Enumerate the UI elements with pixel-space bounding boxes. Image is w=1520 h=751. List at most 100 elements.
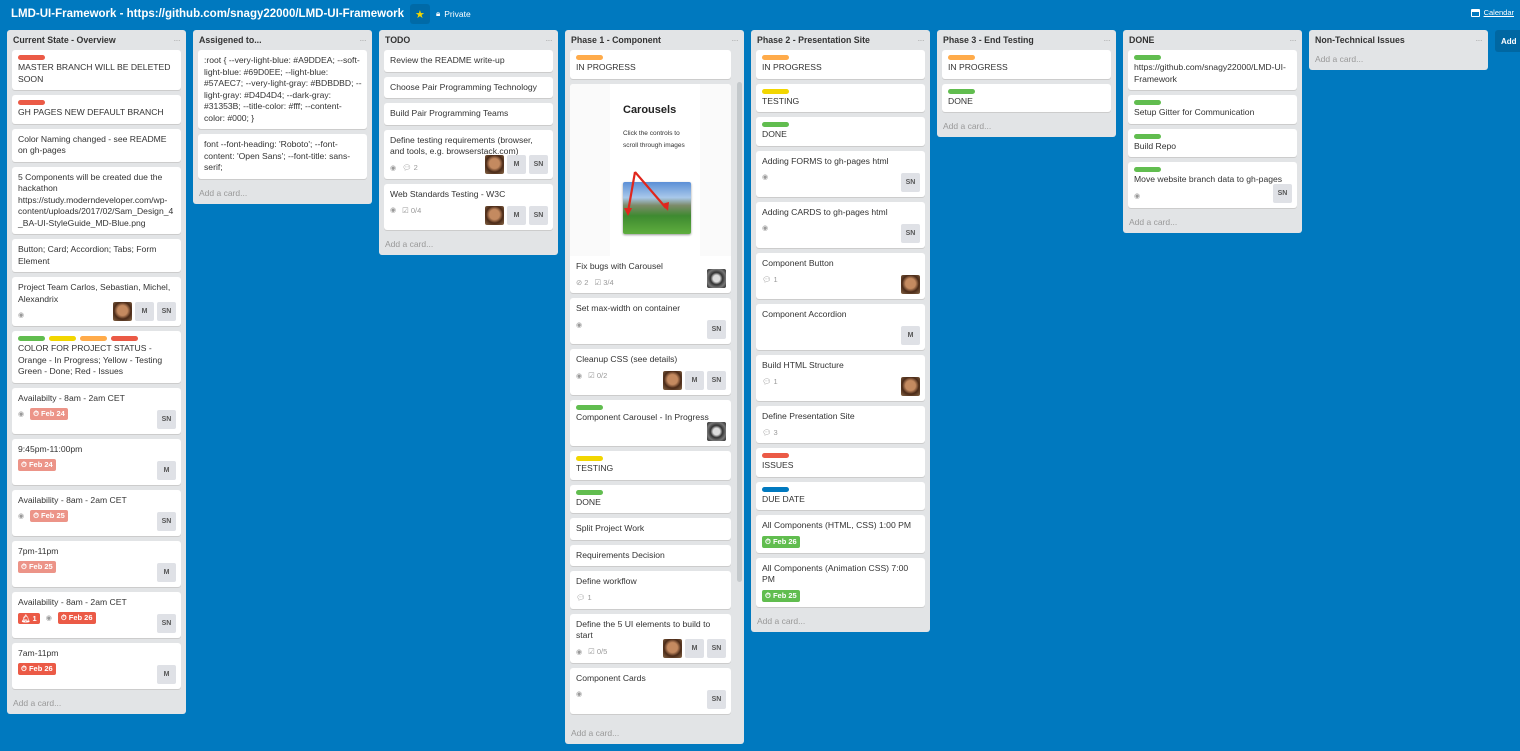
member-avatar[interactable] xyxy=(707,422,726,441)
member-initials[interactable]: SN xyxy=(901,172,920,192)
card[interactable]: Component Accordion M xyxy=(756,303,925,350)
calendar-button[interactable]: Calendar xyxy=(1470,8,1514,17)
member-initials[interactable]: M xyxy=(135,302,154,321)
list-menu-icon[interactable]: ··· xyxy=(1104,36,1111,45)
card[interactable]: All Components (HTML, CSS) 1:00 PM ⏱︎ Feb… xyxy=(756,515,925,553)
card[interactable]: Define Presentation Site 💬︎ 3 xyxy=(756,405,925,443)
card[interactable]: Component Button 💬︎ 1 xyxy=(756,252,925,299)
member-initials[interactable]: M xyxy=(685,371,704,390)
list-title[interactable]: TODO xyxy=(385,35,410,45)
list-menu-icon[interactable]: ··· xyxy=(360,36,367,45)
card[interactable]: TESTING xyxy=(570,451,731,480)
member-initials[interactable]: M xyxy=(901,325,920,345)
card[interactable]: Split Project Work xyxy=(570,518,731,540)
member-initials[interactable]: SN xyxy=(157,302,176,321)
add-card-button[interactable]: Add a card... xyxy=(756,612,925,632)
member-initials[interactable]: M xyxy=(157,664,176,684)
list-title[interactable]: Current State - Overview xyxy=(13,35,116,45)
card[interactable]: Move website branch data to gh-pages ◉ SN xyxy=(1128,162,1297,208)
member-avatar[interactable] xyxy=(901,274,920,294)
due-date-badge[interactable]: ⏱︎ Feb 26 xyxy=(762,535,800,548)
card[interactable]: Build HTML Structure 💬︎ 1 xyxy=(756,354,925,401)
card[interactable]: DONE xyxy=(942,83,1111,112)
card[interactable]: Define workflow 💬︎ 1 xyxy=(570,571,731,609)
card[interactable]: Project Team Carlos, Sebastian, Michel, … xyxy=(12,277,181,326)
member-initials[interactable]: SN xyxy=(157,409,176,429)
member-avatar[interactable] xyxy=(485,205,504,225)
card[interactable]: Component Cards ◉ SN xyxy=(570,667,731,714)
member-initials[interactable]: SN xyxy=(707,638,726,658)
add-list-button[interactable]: Add xyxy=(1495,30,1520,52)
card[interactable]: Adding FORMS to gh-pages html ◉ SN xyxy=(756,150,925,197)
card[interactable]: 7pm-11pm ⏱︎ Feb 25 M xyxy=(12,540,181,587)
card[interactable]: ISSUES xyxy=(756,448,925,477)
card[interactable]: Define the 5 UI elements to build to sta… xyxy=(570,613,731,663)
card[interactable]: IN PROGRESS xyxy=(570,50,731,79)
card[interactable]: Requirements Decision xyxy=(570,544,731,566)
member-avatar[interactable] xyxy=(663,638,682,658)
member-avatar[interactable] xyxy=(485,154,504,174)
card[interactable]: Availabilty - 8am - 2am CET ◉ ⏱︎ Feb 24 SN xyxy=(12,387,181,434)
star-icon[interactable]: ★ xyxy=(409,4,430,24)
card[interactable]: MASTER BRANCH WILL BE DELETED SOON xyxy=(12,50,181,90)
card[interactable]: Define testing requirements (browser, an… xyxy=(384,129,553,179)
card[interactable]: DUE DATE xyxy=(756,481,925,510)
card[interactable]: Adding CARDS to gh-pages html ◉ SN xyxy=(756,201,925,248)
card[interactable]: :root { --very-light-blue: #A9DDEA; --so… xyxy=(198,50,367,129)
card[interactable]: All Components (Animation CSS) 7:00 PM ⏱︎… xyxy=(756,557,925,607)
add-card-button[interactable]: Add a card... xyxy=(1128,213,1297,233)
member-initials[interactable]: SN xyxy=(157,511,176,531)
due-date-badge[interactable]: ⏱︎ Feb 26 xyxy=(18,663,56,675)
list-menu-icon[interactable]: ··· xyxy=(174,36,181,45)
add-card-button[interactable]: Add a card... xyxy=(942,117,1111,137)
list-menu-icon[interactable]: ··· xyxy=(732,36,739,45)
card[interactable]: Build Pair Programming Teams xyxy=(384,103,553,125)
card[interactable]: 9:45pm-11:00pm ⏱︎ Feb 24 M xyxy=(12,438,181,485)
card[interactable]: Choose Pair Programming Technology xyxy=(384,76,553,98)
list-title[interactable]: Phase 3 - End Testing xyxy=(943,35,1034,45)
card[interactable]: https://github.com/snagy22000/LMD-UI-Fra… xyxy=(1128,50,1297,90)
member-initials[interactable]: SN xyxy=(529,205,548,225)
visibility-button[interactable]: 🔒︎ Private xyxy=(436,9,471,19)
member-initials[interactable]: SN xyxy=(707,371,726,390)
list-menu-icon[interactable]: ··· xyxy=(1476,36,1483,45)
due-date-badge[interactable]: ⏱︎ Feb 25 xyxy=(762,589,800,602)
list-menu-icon[interactable]: ··· xyxy=(918,36,925,45)
member-avatar[interactable] xyxy=(663,371,682,390)
member-initials[interactable]: M xyxy=(685,638,704,658)
member-initials[interactable]: SN xyxy=(707,689,726,709)
card[interactable]: Color Naming changed - see README on gh-… xyxy=(12,128,181,162)
card[interactable]: Set max-width on container ◉ SN xyxy=(570,298,731,344)
card[interactable]: Carousels Click the controls to scroll th… xyxy=(570,83,731,293)
card[interactable]: Setup Gitter for Communication xyxy=(1128,95,1297,124)
card[interactable]: COLOR FOR PROJECT STATUS - Orange - In P… xyxy=(12,331,181,383)
due-date-badge[interactable]: ⏱︎ Feb 25 xyxy=(18,561,56,573)
due-date-badge[interactable]: ⏱︎ Feb 25 xyxy=(30,510,68,522)
card[interactable]: Button; Card; Accordion; Tabs; Form Elem… xyxy=(12,239,181,272)
card[interactable]: Review the README write-up xyxy=(384,50,553,72)
member-initials[interactable]: SN xyxy=(529,154,548,174)
card[interactable]: DONE xyxy=(570,484,731,513)
member-initials[interactable]: M xyxy=(507,205,526,225)
add-card-button[interactable]: Add a card... xyxy=(198,184,367,204)
due-date-badge[interactable]: ⏱︎ Feb 24 xyxy=(18,459,56,471)
card[interactable]: Component Carousel - In Progress xyxy=(570,400,731,446)
add-card-button[interactable]: Add a card... xyxy=(570,724,739,744)
member-initials[interactable]: M xyxy=(157,460,176,480)
member-avatar[interactable] xyxy=(901,376,920,396)
member-initials[interactable]: SN xyxy=(901,223,920,243)
card[interactable]: Availability - 8am - 2am CET ◉ ⏱︎ Feb 25 SN xyxy=(12,489,181,536)
card[interactable]: 5 Components will be created due the hac… xyxy=(12,166,181,234)
board-title[interactable]: LMD-UI-Framework - https://github.com/sn… xyxy=(11,8,404,20)
due-date-badge[interactable]: ⏱︎ Feb 26 xyxy=(57,612,96,624)
member-avatar[interactable] xyxy=(707,269,726,288)
due-date-badge[interactable]: ⏱︎ Feb 24 xyxy=(30,408,68,420)
card[interactable]: Web Standards Testing - W3C ◉ ☑ 0/4 M SN xyxy=(384,183,553,230)
member-avatar[interactable] xyxy=(113,302,132,321)
card[interactable]: 7am-11pm ⏱︎ Feb 26 M xyxy=(12,642,181,689)
add-card-button[interactable]: Add a card... xyxy=(1314,50,1483,70)
add-card-button[interactable]: Add a card... xyxy=(384,235,553,255)
card[interactable]: IN PROGRESS xyxy=(942,50,1111,79)
member-initials[interactable]: M xyxy=(157,562,176,582)
card[interactable]: Build Repo xyxy=(1128,128,1297,157)
